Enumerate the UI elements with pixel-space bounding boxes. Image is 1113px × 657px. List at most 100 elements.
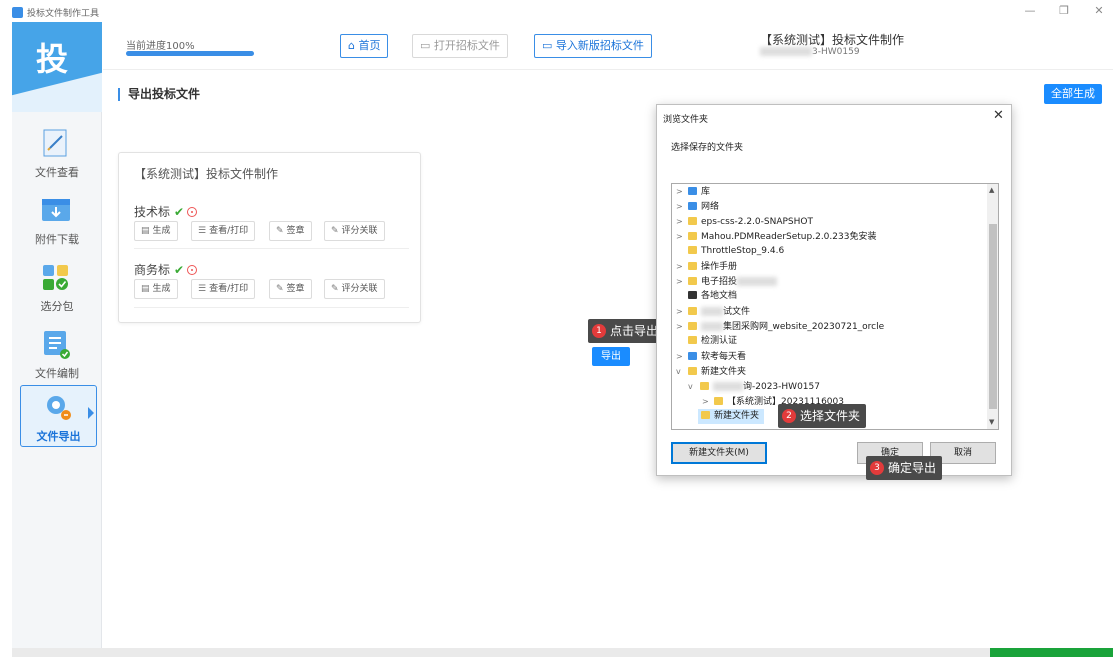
tree-item[interactable]: > 软考每天看: [676, 349, 746, 364]
open-tender-button[interactable]: ▭ 打开招标文件: [412, 34, 508, 58]
sidebar-item-label: 文件编制: [35, 367, 79, 380]
minimize-button[interactable]: —: [1023, 4, 1037, 18]
tooltip-step-2: 2 选择文件夹: [778, 404, 867, 428]
new-folder-button[interactable]: 新建文件夹(M): [671, 442, 767, 464]
redacted-text: [760, 47, 812, 56]
folder-icon: [688, 217, 697, 225]
package-select-icon: [43, 265, 68, 290]
tree-scrollbar[interactable]: ▲ ▼: [987, 184, 998, 429]
tree-item[interactable]: > Mahou.PDMReaderSetup.2.0.233免安装: [676, 229, 876, 244]
active-indicator-arrow: [88, 407, 94, 419]
tree-item[interactable]: > 电子招投: [676, 274, 778, 289]
sidebar-item-file-edit[interactable]: 文件编制: [12, 323, 102, 385]
document-code: 3-HW0159: [760, 47, 860, 57]
generate-label: 生成: [152, 284, 171, 294]
tree-item[interactable]: v 新建文件夹: [676, 364, 746, 379]
import-tender-button[interactable]: ▭ 导入新版招标文件: [534, 34, 652, 58]
folder-icon: [688, 262, 697, 270]
folder-icon: [688, 322, 697, 330]
folder-icon: [688, 246, 697, 254]
step-number: 1: [592, 324, 606, 338]
restore-button[interactable]: ❐: [1057, 4, 1071, 18]
logo-glyph: 投: [36, 40, 69, 78]
sign-label: 签章: [286, 226, 305, 236]
sidebar-item-package-select[interactable]: 选分包: [12, 256, 102, 318]
tree-item[interactable]: > eps-css-2.2.0-SNAPSHOT: [676, 214, 813, 229]
generate-button[interactable]: ▤ 生成: [134, 279, 178, 299]
tree-item[interactable]: 各地文档: [676, 289, 737, 304]
status-dot-icon: [187, 265, 198, 275]
open-tender-label: 打开招标文件: [433, 39, 500, 52]
header-divider: [103, 69, 1113, 70]
tooltip-text: 选择文件夹: [800, 409, 861, 423]
tree-item[interactable]: > 试文件: [676, 304, 750, 319]
tree-item[interactable]: ThrottleStop_9.4.6: [676, 244, 784, 259]
network-icon: [688, 202, 697, 210]
status-bar-indicator: [990, 648, 1113, 657]
sign-button[interactable]: ✎ 签章: [269, 221, 312, 241]
redacted-text: [701, 322, 723, 331]
bid-file-card: 【系统测试】投标文件制作 技术标 ✔ ▤ 生成 ☰ 查看/打印 ✎ 签章 ✎ 评分关联 商…: [118, 152, 421, 323]
view-print-label: 查看/打印: [209, 284, 249, 294]
tooltip-step-3: 3 确定导出: [866, 456, 943, 480]
export-button[interactable]: 导出: [592, 347, 630, 366]
close-button[interactable]: ✕: [1092, 4, 1106, 18]
step-number: 2: [782, 409, 796, 423]
list-icon: ☰: [198, 226, 207, 236]
sidebar-item-label: 文件查看: [35, 166, 79, 179]
pin-icon: [688, 352, 697, 360]
sidebar-item-file-export[interactable]: 文件导出: [20, 385, 97, 447]
group-business-label: 商务标: [134, 263, 171, 277]
folder-icon: [688, 307, 697, 315]
step-number: 3: [870, 461, 884, 475]
sidebar-item-label: 选分包: [40, 300, 74, 313]
sign-button[interactable]: ✎ 签章: [269, 279, 312, 299]
folder-icon: [688, 277, 697, 285]
logo: 投: [12, 22, 102, 112]
import-tender-label: 导入新版招标文件: [555, 39, 644, 52]
home-button[interactable]: ⌂ 首页: [340, 34, 389, 58]
tree-item[interactable]: > 集团采购网_website_20230721_orcle: [676, 319, 884, 334]
progress-bar: [126, 51, 254, 56]
score-link-button[interactable]: ✎ 评分关联: [324, 279, 385, 299]
dialog-close-icon[interactable]: ✕: [993, 108, 1004, 123]
app-title: 投标文件制作工具: [27, 9, 100, 19]
sidebar-item-label: 文件导出: [36, 430, 81, 443]
dialog-title: 浏览文件夹: [663, 115, 709, 125]
generate-button[interactable]: ▤ 生成: [134, 221, 178, 241]
scrollbar-thumb[interactable]: [989, 224, 997, 409]
list-icon: ☰: [198, 284, 207, 294]
sidebar-item-file-view[interactable]: 文件查看: [12, 122, 102, 184]
edit-icon: ✎: [331, 284, 339, 294]
score-link-label: 评分关联: [341, 284, 378, 294]
generate-all-button[interactable]: 全部生成: [1044, 84, 1102, 104]
redacted-text: [737, 277, 778, 286]
scroll-down-icon[interactable]: ▼: [989, 418, 994, 426]
group-technical-label: 技术标: [134, 205, 171, 219]
tree-item[interactable]: 检测认证: [676, 334, 737, 349]
edit-icon: ✎: [331, 226, 339, 236]
file-export-icon: [47, 396, 71, 420]
section-title: 导出投标文件: [118, 88, 200, 101]
scroll-up-icon[interactable]: ▲: [989, 186, 994, 194]
score-link-label: 评分关联: [341, 226, 378, 236]
dialog-prompt: 选择保存的文件夹: [671, 143, 744, 153]
redacted-text: [713, 382, 743, 391]
folder-icon: [714, 397, 723, 405]
status-dot-icon: [187, 207, 198, 217]
generate-label: 生成: [152, 226, 171, 236]
document-code-text: 3-HW0159: [812, 47, 860, 57]
tree-item-selected[interactable]: 新建文件夹: [698, 409, 764, 424]
view-print-button[interactable]: ☰ 查看/打印: [191, 221, 256, 241]
sidebar-item-attachment-download[interactable]: 附件下载: [12, 189, 102, 251]
view-print-button[interactable]: ☰ 查看/打印: [191, 279, 256, 299]
tree-item[interactable]: > 网络: [676, 199, 719, 214]
tree-item[interactable]: v 询-2023-HW0157: [688, 379, 820, 394]
tree-item[interactable]: > 操作手册: [676, 259, 737, 274]
generate-icon: ▤: [141, 226, 150, 236]
score-link-button[interactable]: ✎ 评分关联: [324, 221, 385, 241]
tree-item[interactable]: > 库: [676, 184, 710, 199]
status-bar: [12, 648, 1113, 657]
divider: [134, 307, 409, 308]
progress-fill: [126, 51, 254, 56]
